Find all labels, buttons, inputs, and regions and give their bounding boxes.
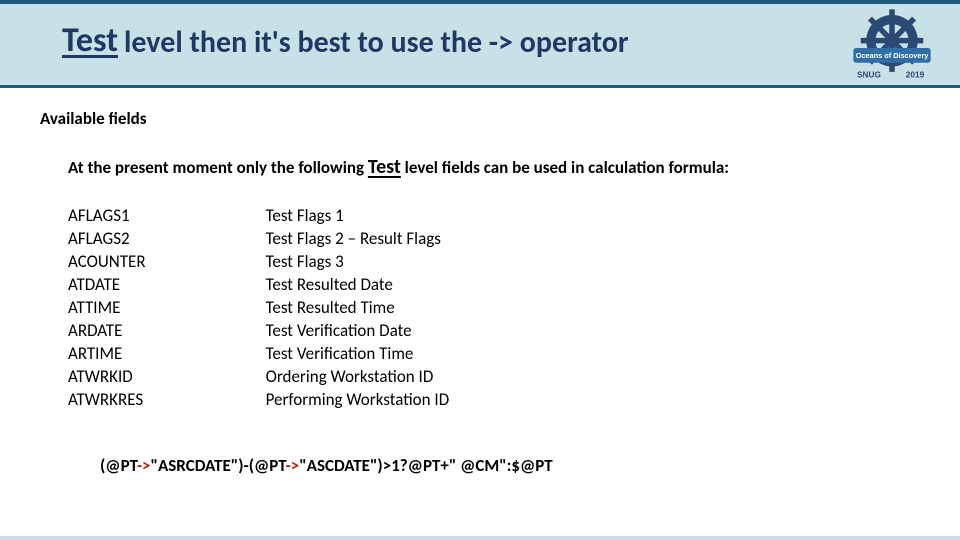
field-desc: Test Flags 2 – Result Flags	[266, 228, 450, 251]
field-name: ATWRKRES	[68, 389, 146, 412]
slide-body: Available fields At the present moment o…	[0, 88, 960, 536]
field-desc: Test Verification Time	[266, 343, 450, 366]
logo-banner-text: Oceans of Discovery	[856, 51, 930, 60]
formula-part: "ASRCDATE")-(@PT	[151, 455, 286, 476]
conference-logo: Oceans of Discovery SNUG 2019	[846, 2, 938, 94]
section-heading: Available fields	[40, 108, 920, 129]
field-desc: Test Verification Date	[266, 320, 450, 343]
field-name: AFLAGS2	[68, 228, 146, 251]
intro-after: level fields can be used in calculation …	[401, 157, 729, 178]
field-desc: Test Flags 1	[266, 205, 450, 228]
field-desc: Performing Workstation ID	[266, 389, 450, 412]
logo-footer-left: SNUG	[857, 70, 881, 79]
field-table: AFLAGS1 AFLAGS2 ACOUNTER ATDATE ATTIME A…	[68, 205, 920, 411]
intro-sentence: At the present moment only the following…	[68, 155, 920, 179]
intro-keyword: Test	[368, 155, 401, 179]
field-descs-column: Test Flags 1 Test Flags 2 – Result Flags…	[266, 205, 450, 411]
logo-banner: Oceans of Discovery	[853, 48, 930, 63]
field-name: ATTIME	[68, 297, 146, 320]
field-name: ATWRKID	[68, 366, 146, 389]
field-name: ARTIME	[68, 343, 146, 366]
example-formula: (@PT->"ASRCDATE")-(@PT->"ASCDATE")>1?@PT…	[100, 455, 920, 476]
title-rest: level then it's best to use the -> opera…	[124, 26, 629, 59]
field-name: ARDATE	[68, 320, 146, 343]
field-desc: Ordering Workstation ID	[266, 366, 450, 389]
field-desc: Test Flags 3	[266, 251, 450, 274]
slide-title: Test level then it's best to use the -> …	[62, 8, 960, 59]
field-name: AFLAGS1	[68, 205, 146, 228]
intro-before: At the present moment only the following	[68, 157, 368, 178]
formula-operator: ->	[286, 455, 300, 476]
field-desc: Test Resulted Date	[266, 274, 450, 297]
field-name: ACOUNTER	[68, 251, 146, 274]
logo-footer-right: 2019	[906, 70, 925, 79]
slide-header: Test level then it's best to use the -> …	[0, 4, 960, 88]
formula-part: (@PT	[100, 455, 137, 476]
field-names-column: AFLAGS1 AFLAGS2 ACOUNTER ATDATE ATTIME A…	[68, 205, 146, 411]
formula-operator: ->	[137, 455, 151, 476]
header-divider	[0, 85, 960, 88]
title-keyword: Test	[62, 22, 118, 59]
field-desc: Test Resulted Time	[266, 297, 450, 320]
field-name: ATDATE	[68, 274, 146, 297]
formula-part: "ASCDATE")>1?@PT+" @CM":$@PT	[299, 455, 553, 476]
